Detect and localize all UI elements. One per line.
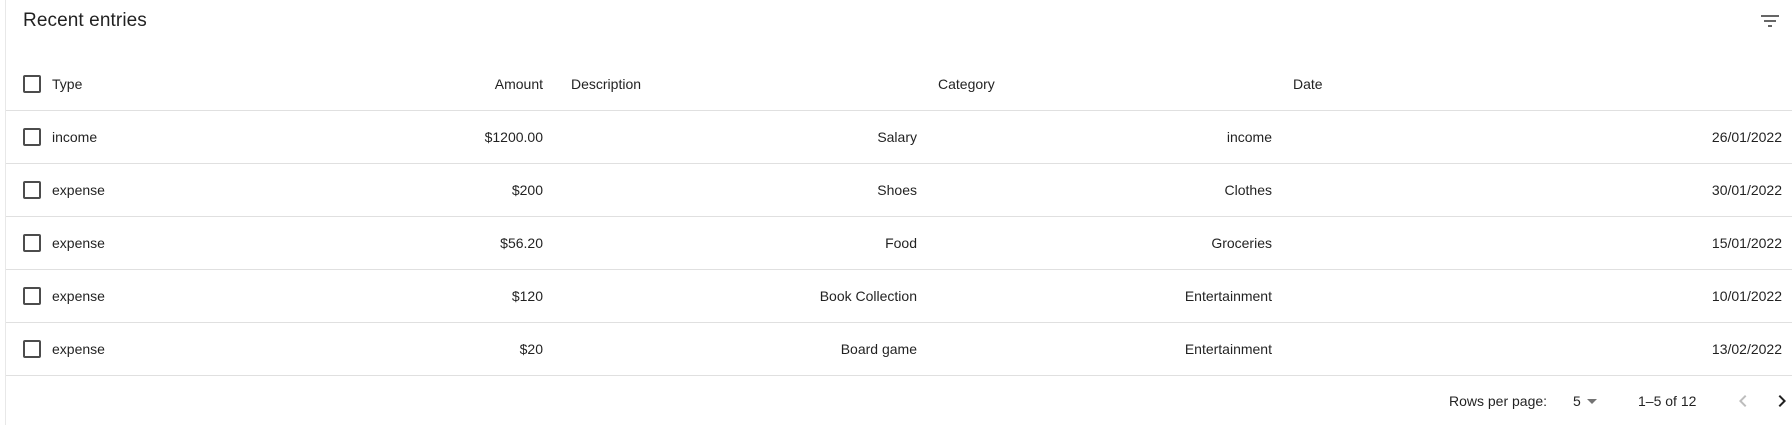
dropdown-arrow-icon [1586, 398, 1597, 404]
cell-description: Board game [543, 322, 927, 376]
cell-category: income [927, 110, 1282, 164]
cell-category: Entertainment [927, 322, 1282, 376]
entries-table-panel: Recent entries Type Amount Description C… [6, 0, 1792, 425]
table-row[interactable]: expense $56.20 Food Groceries 15/01/2022 [6, 216, 1792, 270]
cell-date: 26/01/2022 [1282, 110, 1792, 164]
cell-amount: $200 [383, 163, 543, 217]
table-pagination: Rows per page: 5 1–5 of 12 [6, 378, 1792, 425]
cell-amount: $20 [383, 322, 543, 376]
column-header-category[interactable]: Category [927, 58, 1282, 111]
cell-type: expense [52, 322, 383, 376]
filter-button[interactable] [1758, 9, 1782, 33]
row-checkbox[interactable] [23, 180, 41, 199]
row-checkbox[interactable] [23, 233, 41, 252]
cell-description: Salary [543, 110, 927, 164]
rows-per-page-value: 5 [1573, 393, 1581, 409]
cell-description: Shoes [543, 163, 927, 217]
row-checkbox[interactable] [23, 127, 41, 146]
column-header-date[interactable]: Date [1282, 58, 1792, 111]
cell-amount: $120 [383, 269, 543, 323]
table-row[interactable]: expense $20 Board game Entertainment 13/… [6, 322, 1792, 376]
table-row[interactable]: income $1200.00 Salary income 26/01/2022 [6, 110, 1792, 164]
cell-date: 13/02/2022 [1282, 322, 1792, 376]
rows-per-page-select[interactable]: 5 [1573, 389, 1597, 413]
column-header-description[interactable]: Description [543, 58, 927, 111]
table-toolbar: Recent entries [6, 0, 1792, 44]
previous-page-button[interactable] [1731, 389, 1755, 413]
row-checkbox[interactable] [23, 286, 41, 305]
cell-type: expense [52, 269, 383, 323]
cell-description: Book Collection [543, 269, 927, 323]
cell-type: income [52, 110, 383, 164]
filter-list-icon [1761, 15, 1779, 27]
table-header-row: Type Amount Description Category Date [6, 58, 1792, 111]
rows-per-page-label: Rows per page: [1449, 393, 1548, 409]
cell-date: 15/01/2022 [1282, 216, 1792, 270]
select-all-checkbox[interactable] [23, 74, 41, 93]
cell-date: 10/01/2022 [1282, 269, 1792, 323]
chevron-right-icon [1778, 395, 1786, 407]
entries-table: Type Amount Description Category Date in… [6, 58, 1792, 376]
next-page-button[interactable] [1770, 389, 1792, 413]
page: Recent entries Type Amount Description C… [0, 0, 1792, 425]
cell-date: 30/01/2022 [1282, 163, 1792, 217]
pagination-range: 1–5 of 12 [1638, 393, 1697, 409]
row-checkbox[interactable] [23, 339, 41, 358]
cell-description: Food [543, 216, 927, 270]
table-row[interactable]: expense $120 Book Collection Entertainme… [6, 269, 1792, 323]
cell-type: expense [52, 163, 383, 217]
column-header-type[interactable]: Type [52, 58, 383, 111]
cell-category: Clothes [927, 163, 1282, 217]
chevron-left-icon [1739, 395, 1747, 407]
cell-amount: $56.20 [383, 216, 543, 270]
table-title: Recent entries [23, 10, 147, 31]
cell-category: Groceries [927, 216, 1282, 270]
table-row[interactable]: expense $200 Shoes Clothes 30/01/2022 [6, 163, 1792, 217]
cell-type: expense [52, 216, 383, 270]
cell-category: Entertainment [927, 269, 1282, 323]
cell-amount: $1200.00 [383, 110, 543, 164]
column-header-amount[interactable]: Amount [383, 58, 543, 111]
